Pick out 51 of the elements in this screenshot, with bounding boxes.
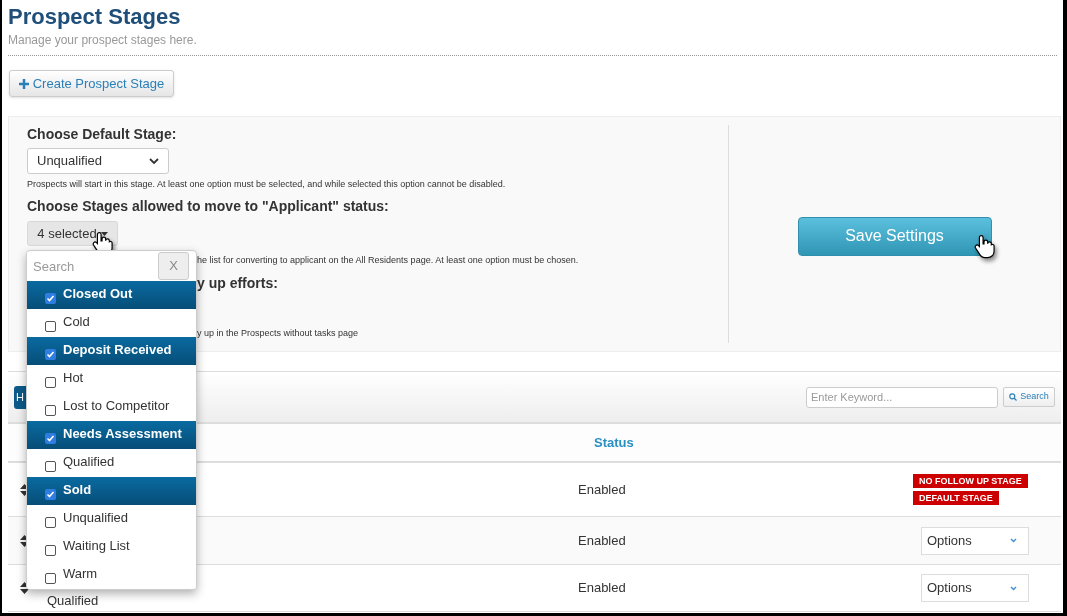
chevron-down-icon — [149, 157, 159, 165]
options-select[interactable]: Options — [921, 526, 1029, 555]
stages-multiselect-button[interactable]: 4 selected — [27, 221, 118, 246]
page-subtitle: Manage your prospect stages here. — [8, 32, 198, 49]
stage-option[interactable]: Closed Out — [27, 281, 196, 309]
stage-option[interactable]: Cold — [27, 309, 196, 337]
plus-icon — [18, 78, 29, 89]
help-text: Prospects will start in this stage. At least one option must be selected, and while selected this option cannot be disabled. — [27, 178, 507, 191]
checkbox[interactable] — [45, 517, 56, 528]
stage-option[interactable]: Qualified — [27, 449, 196, 477]
table-cell-text: Enabled — [578, 480, 627, 499]
stage-option[interactable]: Hot — [27, 365, 196, 393]
checkbox[interactable] — [45, 461, 56, 472]
stage-badge: NO FOLLOW UP STAGE — [913, 474, 1028, 488]
search-icon — [1009, 393, 1018, 401]
table-cell-text: Enabled — [578, 531, 627, 550]
stage-option[interactable]: Waiting List — [27, 533, 196, 561]
stage-option[interactable]: Lost to Competitor — [27, 393, 196, 421]
checkbox[interactable] — [45, 489, 56, 500]
stage-option[interactable]: Sold — [27, 477, 196, 505]
table-cell-text: Qualified — [47, 591, 99, 610]
field-label: y up efforts: — [197, 274, 279, 293]
stage-option[interactable]: Deposit Received — [27, 337, 196, 365]
stage-option[interactable]: Unqualified — [27, 505, 196, 533]
checkbox[interactable] — [45, 293, 56, 304]
column-header: Status — [594, 433, 634, 452]
help-text: he list for converting to applicant on the All Residents page. At least one option must be chosen. — [197, 254, 580, 267]
stage-option[interactable]: Needs Assessment — [27, 421, 196, 449]
field-label: Choose Stages allowed to move to "Applicant" status: — [27, 197, 390, 216]
chevron-down-icon — [1010, 538, 1017, 543]
checkbox[interactable] — [45, 377, 56, 388]
stage-badge: DEFAULT STAGE — [913, 491, 999, 505]
checkbox[interactable] — [45, 349, 56, 360]
hand-cursor-icon — [973, 234, 995, 260]
help-text: y up in the Prospects without tasks page — [197, 327, 360, 340]
chevron-down-icon — [1010, 585, 1017, 591]
create-stage-button[interactable]: Create Prospect Stage — [9, 70, 174, 97]
options-select[interactable]: Options — [921, 574, 1029, 602]
page-title: Prospect Stages — [8, 3, 182, 31]
checkbox[interactable] — [45, 321, 56, 332]
checkbox[interactable] — [45, 405, 56, 416]
checkbox[interactable] — [45, 545, 56, 556]
stage-option[interactable]: Warm — [27, 561, 196, 589]
default-stage-select[interactable]: Unqualified — [27, 148, 169, 174]
field-label: Choose Default Stage: — [27, 125, 178, 144]
search-button[interactable]: Search — [1003, 387, 1055, 407]
table-cell-text: Enabled — [578, 579, 627, 598]
checkbox[interactable] — [45, 433, 56, 444]
sort-icon[interactable] — [20, 582, 30, 594]
checkbox[interactable] — [45, 573, 56, 584]
keyword-field[interactable]: Enter Keyword... — [806, 386, 998, 408]
